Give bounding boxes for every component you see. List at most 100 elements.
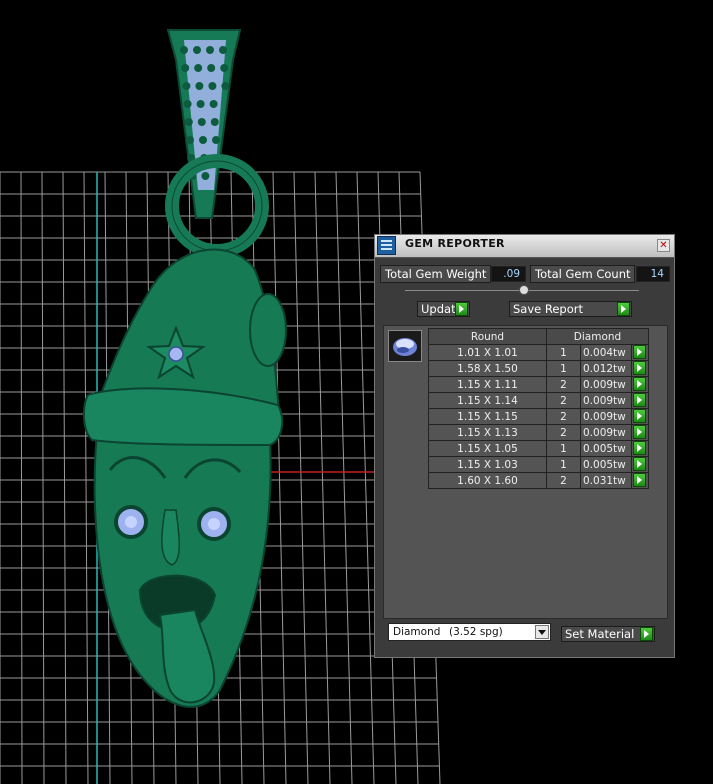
gem-weight: 0.005tw	[580, 440, 632, 457]
gem-count: 1	[546, 440, 581, 457]
gem-row-action[interactable]	[631, 360, 649, 377]
gem-table: Round Diamond 1.01 X 1.01 1 0.004tw 1.58 X …	[428, 328, 649, 489]
shape-header: Round	[428, 328, 547, 345]
gem-size: 1.15 X 1.11	[428, 376, 547, 393]
gem-row[interactable]: 1.15 X 1.11 2 0.009tw	[428, 376, 649, 393]
panel-title: GEM REPORTER	[405, 237, 505, 250]
gem-row[interactable]: 1.15 X 1.05 1 0.005tw	[428, 440, 649, 457]
gem-weight: 0.009tw	[580, 376, 632, 393]
face-nose	[161, 509, 180, 566]
grid-line	[356, 171, 375, 784]
material-select[interactable]: Diamond (3.52 spg)	[388, 623, 551, 641]
pave-bead	[183, 100, 192, 108]
gem-row-action[interactable]	[631, 440, 649, 457]
row-play-icon[interactable]	[633, 473, 646, 487]
pave-bead	[184, 118, 193, 126]
gem-row[interactable]: 1.15 X 1.03 1 0.005tw	[428, 456, 649, 473]
gem-row-action[interactable]	[631, 408, 649, 425]
gem-list-area: Round Diamond 1.01 X 1.01 1 0.004tw 1.58 X …	[383, 325, 668, 619]
material-header: Diamond	[546, 328, 649, 345]
pave-bead	[193, 46, 201, 54]
gem-row[interactable]: 1.58 X 1.50 1 0.012tw	[428, 360, 649, 377]
round-gem-icon[interactable]	[388, 330, 422, 362]
gem-row-action[interactable]	[631, 392, 649, 409]
gem-count: 1	[546, 344, 581, 361]
gem-table-header: Round Diamond	[428, 328, 649, 345]
set-material-button[interactable]: Set Material	[561, 626, 655, 642]
gem-row-action[interactable]	[631, 344, 649, 361]
total-gem-count-value: 14	[636, 266, 670, 282]
gem-reporter-panel: GEM REPORTER ✕ Total Gem Weight .09 Tota…	[374, 234, 675, 658]
row-play-icon[interactable]	[633, 457, 646, 471]
pave-bead	[197, 118, 206, 126]
pave-bead	[208, 82, 217, 90]
row-play-icon[interactable]	[633, 409, 646, 423]
row-play-icon[interactable]	[633, 377, 646, 391]
gem-size: 1.15 X 1.05	[428, 440, 547, 457]
gem-row-action[interactable]	[631, 376, 649, 393]
material-select-spg: (3.52 spg)	[449, 626, 503, 638]
chevron-down-icon[interactable]	[535, 625, 549, 639]
row-play-icon[interactable]	[633, 361, 646, 375]
gem-row-action[interactable]	[631, 424, 649, 441]
pave-bead	[209, 100, 218, 108]
grid-line	[335, 171, 353, 784]
report-slider-handle[interactable]	[519, 285, 529, 295]
gem-count: 1	[546, 360, 581, 377]
gem-row[interactable]: 1.60 X 1.60 2 0.031tw	[428, 472, 649, 489]
gem-row[interactable]: 1.15 X 1.15 2 0.009tw	[428, 408, 649, 425]
total-gem-weight-value: .09	[491, 266, 526, 282]
gem-size: 1.15 X 1.13	[428, 424, 547, 441]
pave-bead	[180, 46, 188, 54]
gem-row-action[interactable]	[631, 456, 649, 473]
pave-bead	[181, 64, 190, 72]
pave-bead	[219, 46, 227, 54]
update-play-icon[interactable]	[455, 302, 468, 316]
pave-bead	[220, 64, 229, 72]
save-report-button[interactable]: Save Report	[509, 301, 632, 317]
pave-bead	[210, 118, 219, 126]
save-report-button-label: Save Report	[513, 302, 584, 316]
grid-line	[272, 171, 287, 784]
row-play-icon[interactable]	[633, 345, 646, 359]
gem-size: 1.58 X 1.50	[428, 360, 547, 377]
pave-bead	[194, 64, 203, 72]
save-report-play-icon[interactable]	[617, 302, 630, 316]
gem-reporter-icon	[377, 236, 396, 255]
close-icon[interactable]: ✕	[657, 239, 670, 252]
pave-bead	[186, 136, 194, 144]
gem-row[interactable]: 1.15 X 1.13 2 0.009tw	[428, 424, 649, 441]
row-play-icon[interactable]	[633, 425, 646, 439]
gem-row[interactable]: 1.01 X 1.01 1 0.004tw	[428, 344, 649, 361]
row-play-icon[interactable]	[633, 393, 646, 407]
set-material-button-label: Set Material	[565, 627, 635, 641]
total-gem-count-label: Total Gem Count	[530, 265, 635, 283]
pendant-model[interactable]	[82, 29, 287, 708]
pave-bead	[196, 100, 205, 108]
set-material-play-icon[interactable]	[640, 627, 653, 641]
row-play-icon[interactable]	[633, 441, 646, 455]
gem-row[interactable]: 1.15 X 1.14 2 0.009tw	[428, 392, 649, 409]
gem-size: 1.15 X 1.15	[428, 408, 547, 425]
grid-line	[62, 171, 67, 784]
gem-weight: 0.009tw	[580, 424, 632, 441]
grid-line	[83, 171, 89, 784]
gem-weight: 0.009tw	[580, 408, 632, 425]
gem-weight: 0.031tw	[580, 472, 632, 489]
gem-size: 1.15 X 1.14	[428, 392, 547, 409]
gem-size: 1.15 X 1.03	[428, 456, 547, 473]
gem-count: 2	[546, 392, 581, 409]
gem-count: 2	[546, 424, 581, 441]
pave-bead	[201, 172, 210, 180]
star-gem	[168, 346, 184, 362]
hat-pompom	[249, 293, 287, 367]
gem-count: 2	[546, 408, 581, 425]
panel-titlebar[interactable]: GEM REPORTER ✕	[375, 235, 674, 258]
gem-count: 2	[546, 376, 581, 393]
gem-size: 1.60 X 1.60	[428, 472, 547, 489]
pave-bead	[221, 82, 230, 90]
gem-row-action[interactable]	[631, 472, 649, 489]
grid-line	[41, 171, 45, 784]
update-button[interactable]: Update	[417, 301, 470, 317]
pave-bead	[212, 136, 220, 144]
